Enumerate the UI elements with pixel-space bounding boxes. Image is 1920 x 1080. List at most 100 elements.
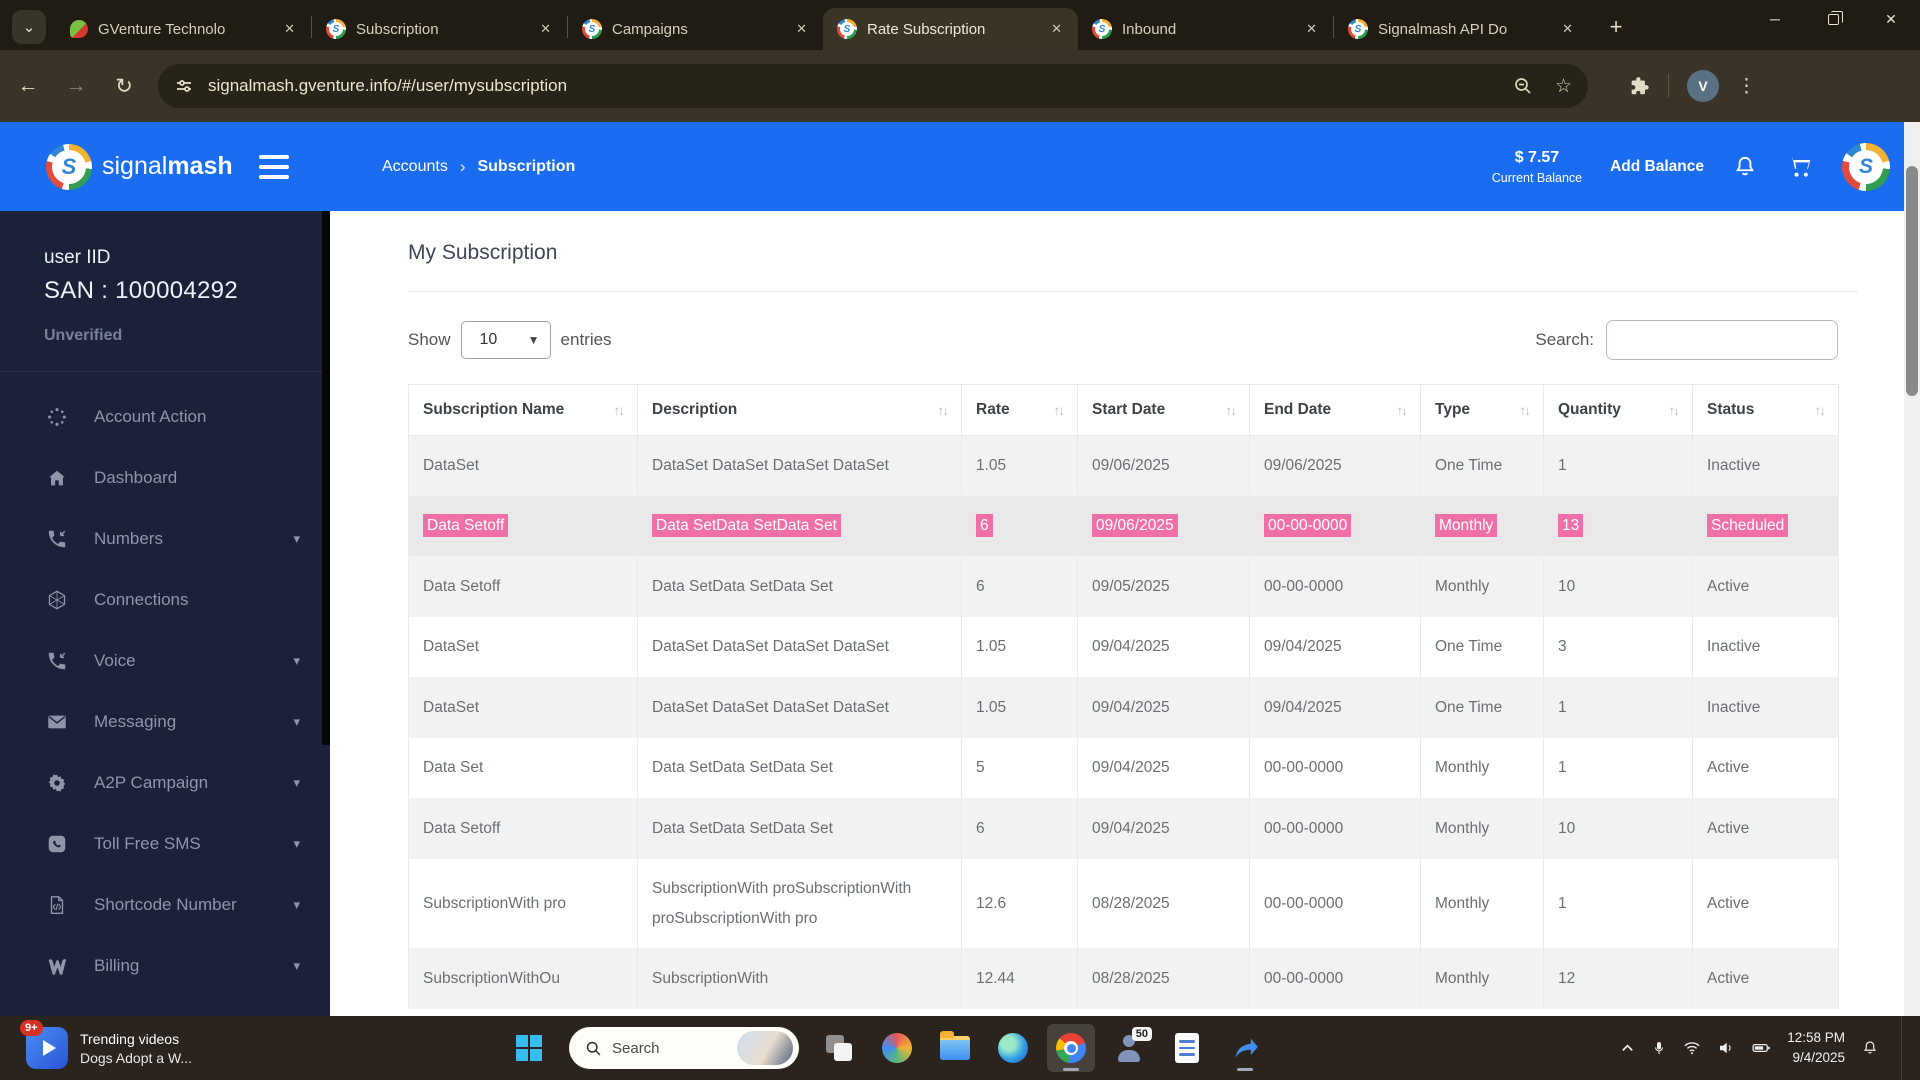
search-label: Search: bbox=[1535, 330, 1594, 350]
new-tab-button[interactable]: + bbox=[1601, 12, 1631, 42]
tab-search-button[interactable]: ⌄ bbox=[12, 10, 46, 44]
sort-icon[interactable]: ↑↓ bbox=[1226, 403, 1236, 418]
sort-icon[interactable]: ↑↓ bbox=[614, 403, 624, 418]
microphone-icon[interactable] bbox=[1651, 1040, 1667, 1056]
table-cell: Monthly bbox=[1421, 948, 1544, 1008]
bookmark-star-icon[interactable]: ☆ bbox=[1555, 75, 1572, 98]
app-header: S signalmash Accounts › Subscription $ 7… bbox=[0, 122, 1920, 211]
sort-icon[interactable]: ↑↓ bbox=[1669, 403, 1679, 418]
sidebar-item-numbers[interactable]: Numbers▾ bbox=[0, 508, 330, 569]
edge-icon[interactable] bbox=[989, 1024, 1037, 1072]
file-explorer-icon[interactable] bbox=[931, 1024, 979, 1072]
back-button[interactable]: ← bbox=[8, 66, 48, 106]
taskbar-search[interactable]: Search bbox=[569, 1027, 799, 1069]
sidebar-item-connections[interactable]: Connections bbox=[0, 569, 330, 630]
page-scrollbar[interactable] bbox=[1904, 122, 1920, 1016]
start-button[interactable] bbox=[505, 1024, 553, 1072]
table-row[interactable]: DataSetDataSet DataSet DataSet DataSet1.… bbox=[409, 436, 1839, 496]
table-row[interactable]: Data SetoffData SetData SetData Set609/0… bbox=[409, 798, 1839, 858]
cart-icon[interactable] bbox=[1786, 153, 1814, 181]
widgets-button[interactable]: 9+ Trending videos Dogs Adopt a W... bbox=[26, 1027, 326, 1069]
show-desktop-button[interactable] bbox=[1901, 1016, 1906, 1080]
browser-tab-campaigns[interactable]: SCampaigns✕ bbox=[568, 8, 823, 50]
breadcrumb-accounts[interactable]: Accounts bbox=[382, 158, 448, 176]
table-row[interactable]: DataSetDataSet DataSet DataSet DataSet1.… bbox=[409, 617, 1839, 677]
sidebar-toggle-icon[interactable] bbox=[259, 155, 289, 179]
notifications-bell-icon[interactable] bbox=[1732, 154, 1758, 180]
tab-close-icon[interactable]: ✕ bbox=[1556, 19, 1579, 39]
sidebar-item-a2p-campaign[interactable]: A2P Campaign▾ bbox=[0, 752, 330, 813]
tab-close-icon[interactable]: ✕ bbox=[1300, 19, 1323, 39]
sidebar-item-dashboard[interactable]: Dashboard bbox=[0, 447, 330, 508]
column-header-quantity[interactable]: Quantity↑↓ bbox=[1544, 385, 1693, 436]
signalmash-logo[interactable]: S signalmash bbox=[46, 144, 233, 190]
column-header-type[interactable]: Type↑↓ bbox=[1421, 385, 1544, 436]
notification-center-icon[interactable] bbox=[1861, 1039, 1879, 1057]
share-arrow-icon[interactable] bbox=[1221, 1024, 1269, 1072]
table-row[interactable]: Data SetoffData SetData SetData Set609/0… bbox=[409, 556, 1839, 616]
browser-tab-subscription[interactable]: SSubscription✕ bbox=[312, 8, 567, 50]
chrome-icon[interactable] bbox=[1047, 1024, 1095, 1072]
column-header-end-date[interactable]: End Date↑↓ bbox=[1250, 385, 1421, 436]
table-row[interactable]: Data SetoffData SetData SetData Set609/0… bbox=[409, 496, 1839, 556]
window-minimize-button[interactable]: ─ bbox=[1746, 0, 1804, 38]
envelope-icon bbox=[44, 711, 70, 733]
browser-tab-rate-subscription[interactable]: SRate Subscription✕ bbox=[823, 8, 1078, 50]
tab-close-icon[interactable]: ✕ bbox=[534, 19, 557, 39]
table-row[interactable]: SubscriptionWithOuSubscriptionWith12.440… bbox=[409, 948, 1839, 1008]
page-title: My Subscription bbox=[408, 241, 1838, 265]
table-row[interactable]: Data SetData SetData SetData Set509/04/2… bbox=[409, 738, 1839, 798]
taskbar-clock[interactable]: 12:58 PM 9/4/2025 bbox=[1787, 1028, 1845, 1067]
browser-tab-signalmash-api-do[interactable]: SSignalmash API Do✕ bbox=[1334, 8, 1589, 50]
profile-avatar[interactable]: V bbox=[1687, 70, 1719, 102]
copilot-icon[interactable] bbox=[873, 1024, 921, 1072]
browser-tab-inbound[interactable]: SInbound✕ bbox=[1078, 8, 1333, 50]
site-settings-icon[interactable] bbox=[174, 76, 194, 96]
page-size-select[interactable]: 10▼ bbox=[461, 321, 551, 359]
sort-icon[interactable]: ↑↓ bbox=[1815, 403, 1825, 418]
browser-menu-icon[interactable]: ⋮ bbox=[1737, 75, 1756, 98]
sidebar-item-voice[interactable]: Voice▾ bbox=[0, 630, 330, 691]
column-header-subscription-name[interactable]: Subscription Name↑↓ bbox=[409, 385, 638, 436]
extensions-icon[interactable] bbox=[1628, 75, 1650, 97]
column-header-description[interactable]: Description↑↓ bbox=[638, 385, 962, 436]
column-label: Start Date bbox=[1092, 401, 1165, 419]
window-close-button[interactable]: ✕ bbox=[1862, 0, 1920, 38]
column-header-status[interactable]: Status↑↓ bbox=[1693, 385, 1839, 436]
forward-button[interactable]: → bbox=[56, 66, 96, 106]
sort-icon[interactable]: ↑↓ bbox=[1520, 403, 1530, 418]
column-header-start-date[interactable]: Start Date ↑↓ bbox=[1078, 385, 1250, 436]
tab-close-icon[interactable]: ✕ bbox=[1045, 19, 1068, 39]
window-restore-button[interactable] bbox=[1804, 0, 1862, 38]
sidebar-item-shortcode-number[interactable]: Shortcode Number▾ bbox=[0, 874, 330, 935]
table-row[interactable]: SubscriptionWith proSubscriptionWith pro… bbox=[409, 859, 1839, 949]
table-cell: One Time bbox=[1421, 617, 1544, 677]
notepad-icon[interactable] bbox=[1163, 1024, 1211, 1072]
sort-icon[interactable]: ↑↓ bbox=[938, 403, 948, 418]
sort-icon[interactable]: ↑↓ bbox=[1397, 403, 1407, 418]
reload-button[interactable]: ↻ bbox=[104, 66, 144, 106]
browser-tab-gventure-technolo[interactable]: GVenture Technolo✕ bbox=[56, 8, 311, 50]
zoom-out-icon[interactable] bbox=[1513, 76, 1533, 96]
table-row[interactable]: DataSetDataSet DataSet DataSet DataSet1.… bbox=[409, 677, 1839, 737]
column-header-rate[interactable]: Rate↑↓ bbox=[962, 385, 1078, 436]
volume-icon[interactable] bbox=[1717, 1039, 1735, 1057]
sidebar-item-toll-free-sms[interactable]: Toll Free SMS▾ bbox=[0, 813, 330, 874]
search-input[interactable] bbox=[1606, 320, 1838, 360]
tray-chevron-icon[interactable] bbox=[1620, 1041, 1635, 1056]
tab-close-icon[interactable]: ✕ bbox=[278, 19, 301, 39]
battery-icon[interactable] bbox=[1751, 1038, 1771, 1058]
teams-icon[interactable]: 50 bbox=[1105, 1024, 1153, 1072]
sidebar-item-billing[interactable]: Billing▾ bbox=[0, 935, 330, 996]
account-avatar[interactable]: S bbox=[1842, 143, 1890, 191]
wifi-icon[interactable] bbox=[1683, 1039, 1701, 1057]
tab-close-icon[interactable]: ✕ bbox=[790, 19, 813, 39]
sort-icon[interactable]: ↑↓ bbox=[1054, 403, 1064, 418]
table-cell: 1.05 bbox=[962, 617, 1078, 677]
sidebar-item-account-action[interactable]: Account Action bbox=[0, 386, 330, 447]
task-view-button[interactable] bbox=[815, 1024, 863, 1072]
add-balance-button[interactable]: Add Balance bbox=[1610, 158, 1704, 176]
sidebar-item-messaging[interactable]: Messaging▾ bbox=[0, 691, 330, 752]
breadcrumb-separator: › bbox=[460, 157, 466, 177]
address-bar[interactable]: signalmash.gventure.info/#/user/mysubscr… bbox=[158, 64, 1588, 108]
